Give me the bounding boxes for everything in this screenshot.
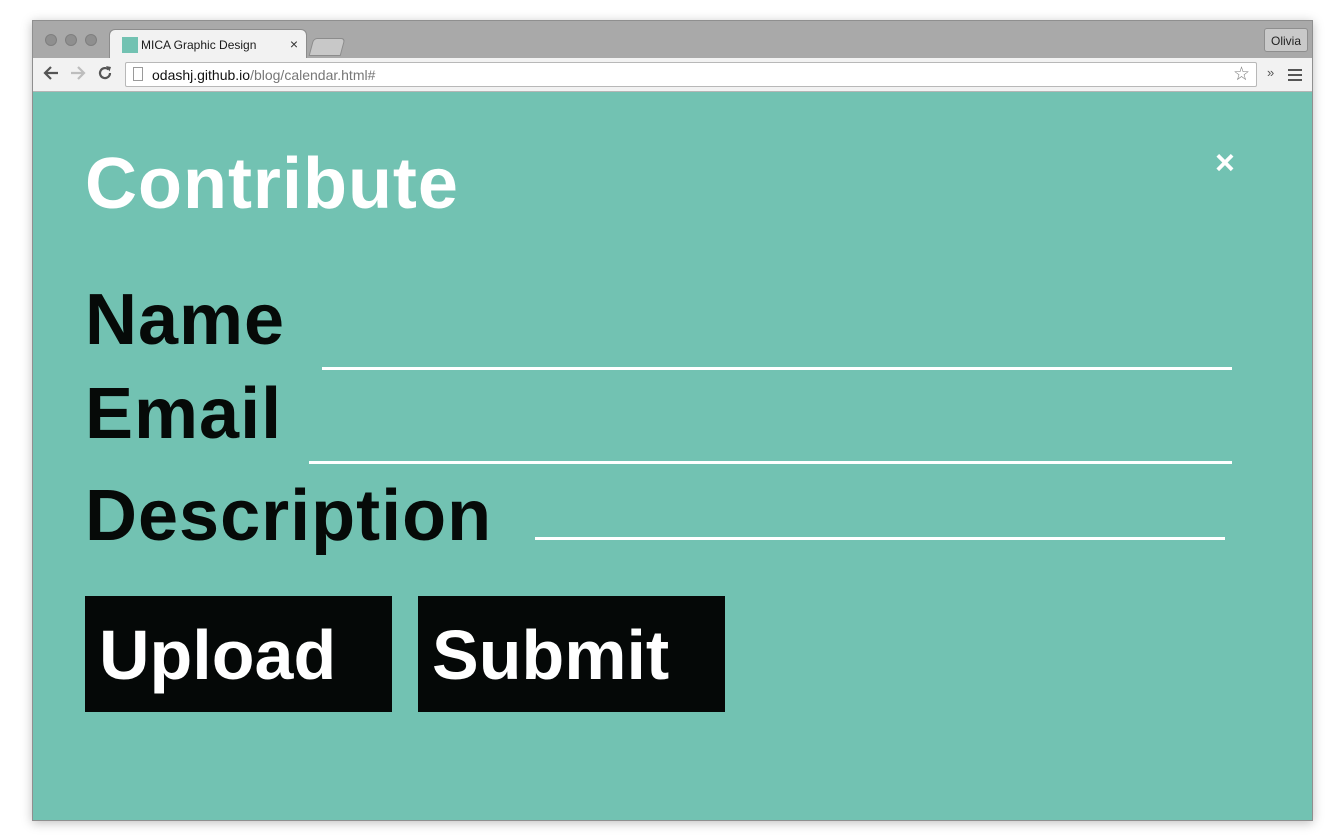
- upload-button[interactable]: Upload: [85, 596, 392, 712]
- tab-strip: MICA Graphic Design × Olivia: [33, 21, 1312, 59]
- favicon-icon: [122, 37, 138, 53]
- back-arrow-icon[interactable]: [41, 64, 61, 84]
- description-label: Description: [85, 476, 493, 556]
- reload-icon[interactable]: [95, 64, 115, 84]
- description-input[interactable]: [535, 537, 1225, 540]
- browser-toolbar: odashj.github.io/blog/calendar.html# ☆ »: [33, 58, 1312, 92]
- profile-button[interactable]: Olivia: [1263, 28, 1308, 52]
- extensions-overflow-icon[interactable]: »: [1267, 65, 1274, 80]
- browser-window: MICA Graphic Design × Olivia odashj.gith…: [32, 20, 1313, 821]
- window-maximize-icon[interactable]: [85, 34, 97, 46]
- arrow-right-icon: [71, 66, 86, 80]
- hamburger-menu-icon[interactable]: [1288, 69, 1302, 81]
- url-path: /blog/calendar.html#: [250, 67, 376, 83]
- forward-arrow-icon[interactable]: [68, 64, 88, 84]
- url-text[interactable]: odashj.github.io/blog/calendar.html#: [152, 67, 375, 83]
- url-host: odashj.github.io: [152, 67, 251, 83]
- name-input[interactable]: [322, 367, 1232, 370]
- address-bar[interactable]: odashj.github.io/blog/calendar.html# ☆: [125, 62, 1257, 87]
- email-label: Email: [85, 374, 283, 454]
- tab-title: MICA Graphic Design: [141, 38, 257, 52]
- reload-arrow-icon: [98, 66, 112, 80]
- arrow-left-icon: [43, 66, 58, 80]
- page-icon: [133, 67, 143, 81]
- bookmark-star-icon[interactable]: ☆: [1233, 63, 1250, 86]
- new-tab-button[interactable]: [308, 38, 346, 56]
- window-minimize-icon[interactable]: [65, 34, 77, 46]
- close-icon[interactable]: ×: [1215, 144, 1235, 182]
- contribute-page: Contribute × Name Email Description Uplo…: [33, 92, 1312, 820]
- window-close-icon[interactable]: [45, 34, 57, 46]
- tab-close-icon[interactable]: ×: [290, 36, 298, 52]
- page-title: Contribute: [85, 144, 459, 224]
- email-input[interactable]: [309, 461, 1232, 464]
- tab-mica-graphic-design[interactable]: MICA Graphic Design ×: [109, 29, 307, 59]
- name-label: Name: [85, 280, 286, 360]
- submit-button[interactable]: Submit: [418, 596, 725, 712]
